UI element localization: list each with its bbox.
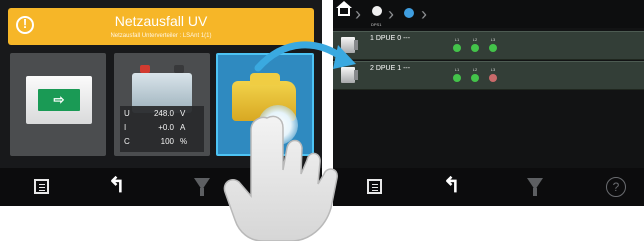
readout-value: 248.0: [153, 109, 174, 118]
readout-value: 100: [160, 137, 174, 146]
module-icon: [341, 67, 358, 83]
back-button[interactable]: ↰: [435, 168, 475, 206]
readout-symbol: U: [124, 109, 130, 118]
breadcrumb-current[interactable]: [399, 3, 421, 25]
banner-subtitle: Netzausfall Unterverteiler : LSAnt 1(1): [110, 33, 212, 39]
back-arrow-icon: ↰: [108, 174, 126, 197]
led-on-icon: [489, 44, 497, 52]
row-label: 2 DPUE 1 ---: [370, 65, 411, 72]
phase-l2: L2: [468, 37, 482, 52]
home-icon-body: [338, 7, 350, 16]
phase-name: L2: [472, 67, 478, 72]
banner-title: Netzausfall UV: [114, 13, 208, 29]
menu-button[interactable]: [355, 168, 395, 206]
led-on-icon: [453, 74, 461, 82]
readout-row-voltage: U 248.0 V: [120, 108, 204, 120]
phase-name: L2: [472, 37, 478, 42]
device-icon-active: [404, 8, 414, 18]
readout-unit: %: [180, 137, 188, 146]
readout-row-current: I +0.0 A: [120, 122, 204, 134]
breadcrumb-device[interactable]: DPS1: [366, 3, 388, 27]
readout-row-capacity: C 100 %: [120, 136, 204, 148]
right-screen: › DPS1 › › 1 DPUE 0 --- L1 L2 L3 2 DPUE …: [333, 0, 644, 206]
back-arrow-icon: ↰: [443, 174, 461, 197]
battery-pole-plus: [140, 65, 150, 73]
hand-icon: [223, 115, 338, 241]
led-on-icon: [453, 44, 461, 52]
phase-l1: L1: [450, 67, 464, 82]
breadcrumb: › DPS1 › ›: [333, 0, 644, 28]
device-icon: [372, 6, 382, 16]
list-item[interactable]: 2 DPUE 1 --- L1 L2 L3: [333, 61, 644, 90]
phase-name: L3: [490, 37, 496, 42]
battery-readout: U 248.0 V I +0.0 A C 100 %: [120, 106, 204, 152]
phase-name: L1: [454, 37, 460, 42]
exit-sign-tile[interactable]: ⇨: [10, 53, 106, 156]
led-on-icon: [471, 44, 479, 52]
readout-symbol: C: [124, 137, 130, 146]
list-item[interactable]: 1 DPUE 0 --- L1 L2 L3: [333, 31, 644, 60]
breadcrumb-device-label: DPS1: [371, 22, 382, 27]
phase-name: L3: [490, 67, 496, 72]
phase-l1: L1: [450, 37, 464, 52]
breadcrumb-separator: ›: [388, 4, 394, 24]
help-icon: ?: [606, 177, 626, 197]
menu-icon: [367, 179, 382, 194]
breadcrumb-separator: ›: [421, 4, 427, 24]
toolbar-right: ↰ ?: [333, 168, 644, 206]
alarm-banner[interactable]: Netzausfall UV Netzausfall Unterverteile…: [8, 8, 314, 45]
exit-sign-icon: ⇨: [26, 76, 92, 124]
led-fault-icon: [489, 74, 497, 82]
breadcrumb-separator: ›: [355, 4, 361, 24]
breadcrumb-home[interactable]: [335, 1, 355, 25]
module-icon: [341, 37, 358, 53]
led-on-icon: [471, 74, 479, 82]
filter-icon: [527, 178, 543, 196]
phase-l3: L3: [486, 37, 500, 52]
battery-tile[interactable]: U 248.0 V I +0.0 A C 100 %: [114, 53, 210, 156]
battery-pole-minus: [174, 65, 184, 73]
readout-unit: V: [180, 109, 186, 118]
readout-symbol: I: [124, 123, 127, 132]
help-button[interactable]: ?: [595, 168, 635, 206]
menu-button[interactable]: [22, 168, 62, 206]
menu-icon: [34, 179, 49, 194]
readout-unit: A: [180, 123, 186, 132]
phase-l2: L2: [468, 67, 482, 82]
row-label: 1 DPUE 0 ---: [370, 35, 411, 42]
back-button[interactable]: ↰: [100, 168, 140, 206]
filter-button[interactable]: [515, 168, 555, 206]
phase-name: L1: [454, 67, 460, 72]
readout-value: +0.0: [158, 123, 174, 132]
phase-l3: L3: [486, 67, 500, 82]
